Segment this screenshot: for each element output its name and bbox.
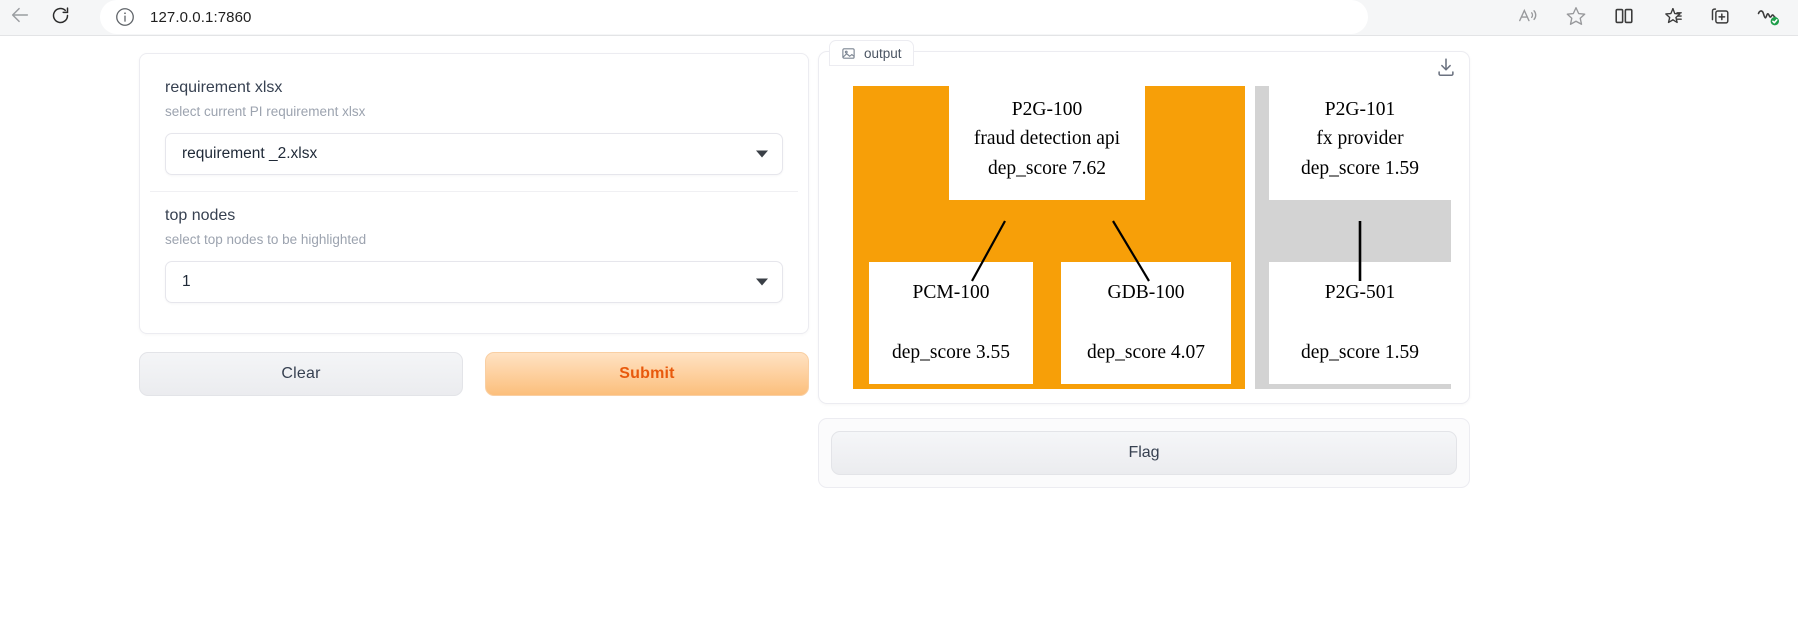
favorites-list-icon <box>1661 5 1683 32</box>
collections-icon <box>1709 5 1731 32</box>
reload-icon <box>50 5 71 31</box>
back-button[interactable] <box>0 2 40 34</box>
node-score: dep_score 3.55 <box>891 342 1011 363</box>
read-aloud-button[interactable] <box>1504 1 1552 35</box>
split-screen-button[interactable] <box>1600 1 1648 35</box>
graph-node-p2g-100[interactable]: P2G-100 fraud detection api dep_score 7.… <box>949 78 1145 200</box>
node-id: GDB-100 <box>1107 282 1185 304</box>
site-info-icon[interactable] <box>114 6 136 28</box>
node-score: dep_score 1.59 <box>1300 342 1420 363</box>
flag-card: Flag <box>818 418 1470 488</box>
output-panel: output P2G-100 fraud detection api dep_s… <box>818 40 1470 488</box>
top-nodes-help: select top nodes to be highlighted <box>165 232 367 247</box>
top-nodes-label: top nodes <box>165 207 236 224</box>
browser-toolbar-actions <box>1504 0 1792 36</box>
input-panel: requirement xlsx select current PI requi… <box>139 53 809 396</box>
chevron-down-icon[interactable] <box>756 150 768 158</box>
graph-node-pcm-100[interactable]: PCM-100 dep_score 3.55 <box>869 262 1033 384</box>
output-image-card: output P2G-100 fraud detection api dep_s… <box>818 40 1470 404</box>
read-aloud-icon <box>1517 5 1539 32</box>
browser-toolbar: 127.0.0.1:7860 <box>0 0 1798 36</box>
node-id: P2G-501 <box>1324 282 1396 304</box>
download-icon[interactable] <box>1435 56 1457 78</box>
address-bar[interactable]: 127.0.0.1:7860 <box>100 0 1368 34</box>
submit-button[interactable]: Submit <box>485 352 809 396</box>
node-name: fraud detection api <box>973 128 1121 150</box>
chevron-down-icon[interactable] <box>756 278 768 286</box>
dependency-graph: P2G-100 fraud detection api dep_score 7.… <box>833 66 1455 389</box>
graph-node-gdb-100[interactable]: GDB-100 dep_score 4.07 <box>1061 262 1231 384</box>
input-form-card: requirement xlsx select current PI requi… <box>139 53 809 334</box>
image-icon <box>841 46 856 61</box>
node-id: P2G-101 <box>1324 98 1396 120</box>
add-favorite-button[interactable] <box>1552 1 1600 35</box>
top-nodes-value: 1 <box>182 273 191 290</box>
flag-button[interactable]: Flag <box>831 431 1457 475</box>
split-screen-icon <box>1613 5 1635 32</box>
url-text: 127.0.0.1:7860 <box>150 8 252 26</box>
graph-node-p2g-501[interactable]: P2G-501 dep_score 1.59 <box>1269 262 1451 384</box>
node-score: dep_score 7.62 <box>987 157 1107 179</box>
gradio-app: requirement xlsx select current PI requi… <box>0 37 1798 637</box>
collections-button[interactable] <box>1696 1 1744 35</box>
node-name: fx provider <box>1316 128 1404 150</box>
back-arrow-icon <box>9 4 31 31</box>
node-score: dep_score 4.07 <box>1086 342 1206 363</box>
clear-button[interactable]: Clear <box>139 352 463 396</box>
browser-essentials-icon <box>1756 4 1780 33</box>
graph-node-p2g-101[interactable]: P2G-101 fx provider dep_score 1.59 <box>1269 78 1451 200</box>
favorites-list-button[interactable] <box>1648 1 1696 35</box>
node-id: P2G-100 <box>1011 98 1083 120</box>
node-id: PCM-100 <box>912 282 990 304</box>
tab-output-label: output <box>864 45 902 61</box>
requirement-xlsx-label: requirement xlsx <box>165 79 283 96</box>
field-top-nodes: top nodes select top nodes to be highlig… <box>150 192 798 319</box>
field-requirement-xlsx: requirement xlsx select current PI requi… <box>150 64 798 192</box>
requirement-xlsx-value: requirement _2.xlsx <box>182 145 318 162</box>
requirement-xlsx-dropdown[interactable]: requirement _2.xlsx <box>165 133 783 175</box>
reload-button[interactable] <box>40 2 80 34</box>
browser-essentials-button[interactable] <box>1744 1 1792 35</box>
requirement-xlsx-help: select current PI requirement xlsx <box>165 104 366 119</box>
favorite-star-icon <box>1565 5 1587 32</box>
node-score: dep_score 1.59 <box>1300 157 1420 179</box>
form-actions: Clear Submit <box>139 352 809 396</box>
top-nodes-dropdown[interactable]: 1 <box>165 261 783 303</box>
tab-output[interactable]: output <box>829 40 914 66</box>
